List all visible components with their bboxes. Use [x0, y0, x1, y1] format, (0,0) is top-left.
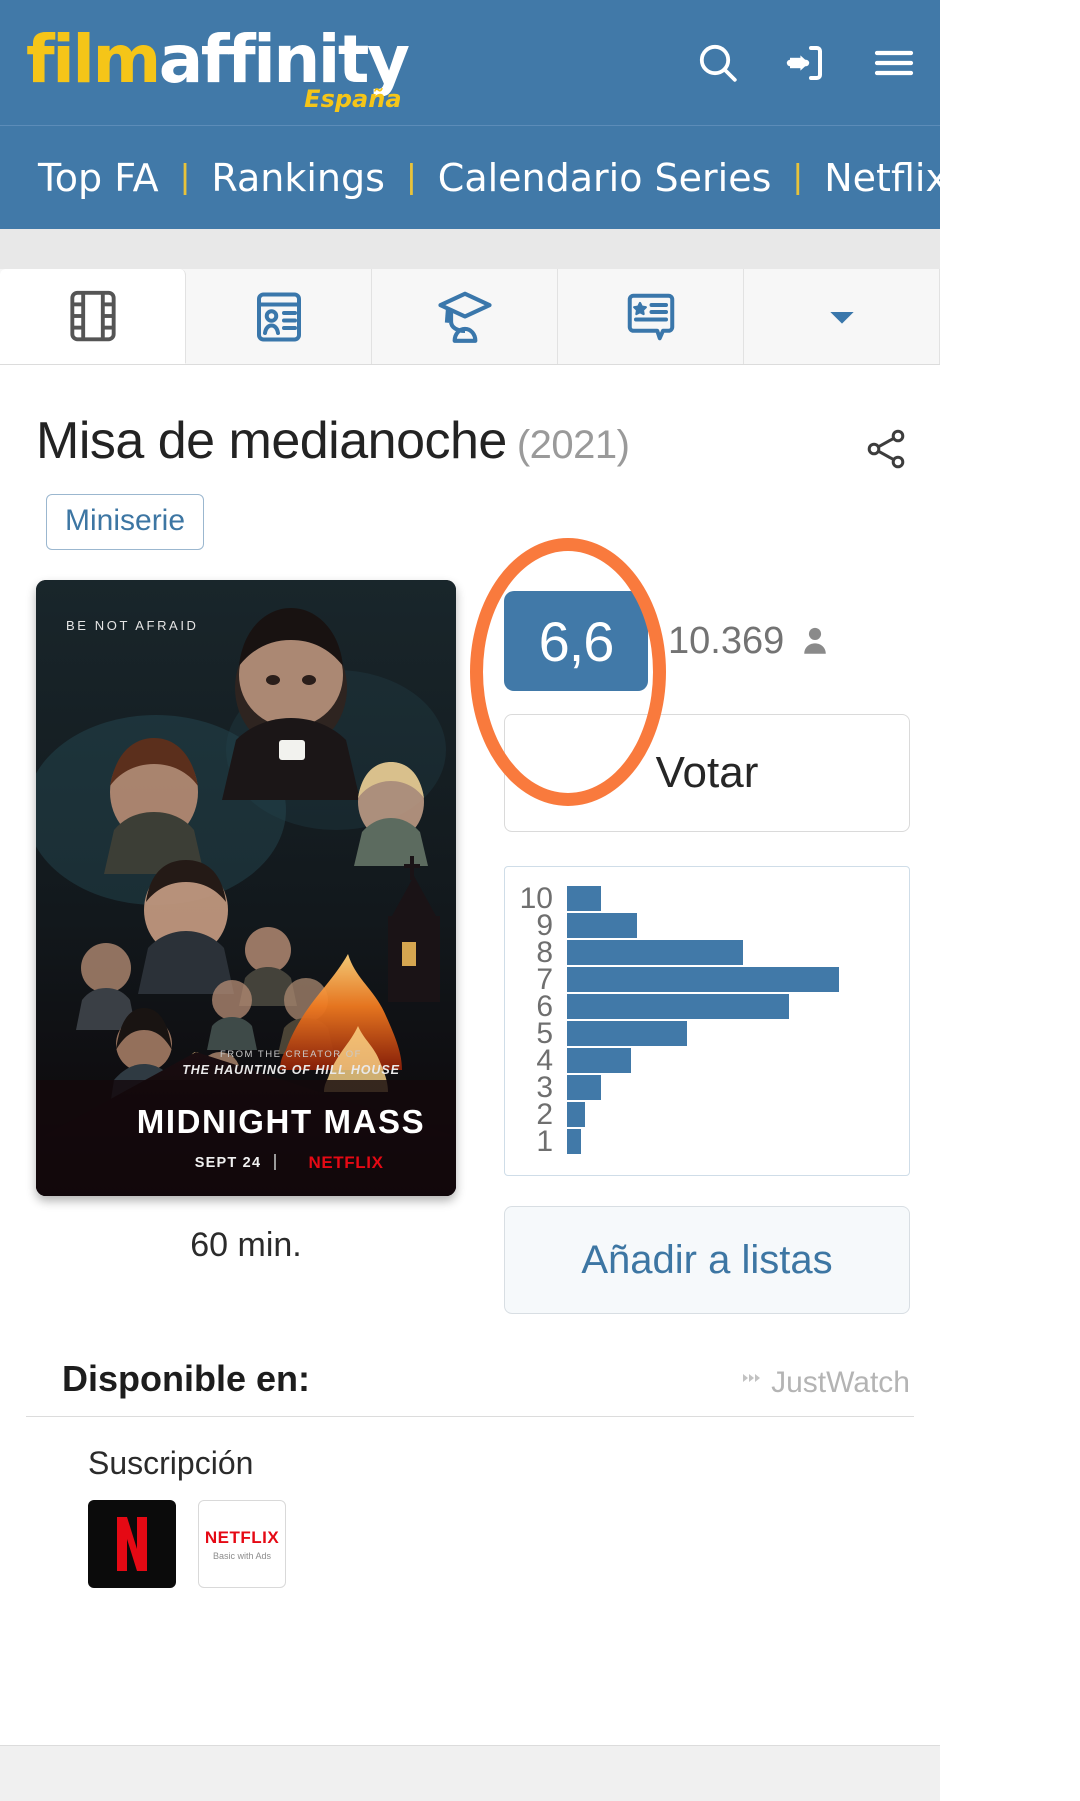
nav-item-netflix[interactable]: Netflix [824, 156, 940, 200]
detail-tabbar [0, 269, 940, 365]
movie-title-text: Misa de medianoche [36, 412, 507, 470]
histogram-row: 7 [505, 963, 909, 996]
nav-separator: | [793, 158, 803, 196]
rating-row: 6,6 10.369 [504, 586, 910, 696]
main-content: BE NOT AFRAID FROM THE CREATOR OF THE HA… [0, 538, 940, 1314]
provider-name-top: NETFLIX [204, 1527, 280, 1547]
tab-film-strip[interactable] [0, 269, 186, 364]
histogram-row: 10 [505, 882, 909, 915]
votes-number: 10.369 [668, 619, 785, 662]
poster-column: BE NOT AFRAID FROM THE CREATOR OF THE HA… [36, 580, 456, 1314]
filmaffinity-page: filmaffinity España Top FA | Rankings | … [0, 0, 940, 1801]
histogram-label: 6 [536, 990, 553, 1023]
histogram-row: 6 [505, 990, 909, 1023]
movie-poster[interactable]: BE NOT AFRAID FROM THE CREATOR OF THE HA… [36, 580, 456, 1196]
histogram-label: 7 [536, 963, 553, 996]
ratings-histogram: 10 9 8 7 6 5 4 3 2 1 [504, 866, 910, 1176]
nav-item-rankings[interactable]: Rankings [211, 156, 385, 200]
histogram-bar [567, 886, 601, 911]
tab-reviews[interactable] [558, 269, 744, 364]
histogram-row: 8 [505, 936, 909, 969]
search-icon[interactable] [694, 39, 742, 87]
available-title: Disponible en: [62, 1358, 311, 1399]
id-card-icon [249, 287, 309, 347]
nav-separator: | [406, 158, 416, 196]
histogram-row: 3 [505, 1071, 909, 1104]
histogram-label: 10 [519, 882, 553, 915]
header-actions [694, 39, 918, 87]
login-icon[interactable] [782, 39, 830, 87]
chevron-down-icon [822, 297, 862, 337]
primary-nav: Top FA | Rankings | Calendario Series | … [0, 125, 940, 229]
histogram-row: 1 [505, 1125, 909, 1158]
nav-separator: | [180, 158, 190, 196]
svg-text:THE HAUNTING OF HILL HOUSE: THE HAUNTING OF HILL HOUSE [182, 1063, 400, 1077]
person-icon [798, 623, 832, 659]
histogram-bar [567, 913, 637, 938]
histogram-label: 3 [536, 1071, 553, 1104]
film-strip-icon [62, 285, 124, 347]
provider-netflix-basic-with-ads[interactable]: NETFLIX Basic with Ads [198, 1500, 286, 1588]
histogram-label: 4 [536, 1044, 553, 1077]
hamburger-menu-icon[interactable] [870, 39, 918, 87]
nav-item-top-fa[interactable]: Top FA [38, 156, 159, 200]
add-to-lists-button[interactable]: Añadir a listas [504, 1206, 910, 1314]
histogram-label: 2 [536, 1098, 553, 1131]
histogram-row: 2 [505, 1098, 909, 1131]
tab-more[interactable] [744, 269, 940, 364]
histogram-bar [567, 1102, 585, 1127]
svg-text:BE NOT AFRAID: BE NOT AFRAID [66, 618, 199, 633]
subscription-label: Suscripción [88, 1445, 254, 1481]
logo-text-film: film [26, 20, 161, 98]
rating-score: 6,6 [504, 591, 648, 691]
title-row: Misa de medianoche (2021) [0, 365, 940, 478]
histogram-bar [567, 1021, 687, 1046]
site-header: filmaffinity España [0, 0, 940, 125]
tab-awards[interactable] [372, 269, 558, 364]
nav-item-calendario-series[interactable]: Calendario Series [438, 156, 772, 200]
justwatch-attribution: JustWatch [741, 1366, 910, 1400]
review-comment-icon [621, 287, 681, 347]
tab-cast-card[interactable] [186, 269, 372, 364]
svg-text:MIDNIGHT MASS: MIDNIGHT MASS [137, 1103, 425, 1140]
status-badge[interactable]: Miniserie [46, 494, 205, 550]
page-title: Misa de medianoche (2021) [36, 411, 630, 471]
histogram-label: 9 [536, 909, 553, 942]
rating-column: 6,6 10.369 Votar 10 9 8 7 6 5 4 3 2 1 Añ… [456, 538, 910, 1314]
histogram-row: 9 [505, 909, 909, 942]
provider-list: NETFLIX Basic with Ads [0, 1482, 940, 1588]
histogram-row: 4 [505, 1044, 909, 1077]
runtime-label: 60 min. [190, 1226, 302, 1264]
provider-name-bottom: Basic with Ads [212, 1550, 272, 1561]
svg-text:NETFLIX: NETFLIX [308, 1153, 383, 1172]
histogram-bar [567, 1129, 581, 1154]
graduation-cap-icon [434, 286, 496, 348]
histogram-bar [567, 967, 839, 992]
histogram-label: 5 [536, 1017, 553, 1050]
filmaffinity-logo[interactable]: filmaffinity España [26, 26, 410, 111]
histogram-label: 8 [536, 936, 553, 969]
share-icon[interactable] [862, 411, 910, 478]
grey-spacer [0, 229, 940, 269]
bottom-strip [0, 1745, 940, 1801]
histogram-row: 5 [505, 1017, 909, 1050]
justwatch-label: JustWatch [771, 1366, 910, 1399]
histogram-label: 1 [536, 1125, 553, 1158]
svg-text:FROM THE CREATOR OF: FROM THE CREATOR OF [220, 1049, 362, 1060]
provider-netflix[interactable] [88, 1500, 176, 1588]
logo-country-label: España [304, 84, 402, 113]
vote-button[interactable]: Votar [504, 714, 910, 832]
svg-text:SEPT 24: SEPT 24 [195, 1155, 261, 1171]
histogram-bar [567, 1075, 601, 1100]
histogram-bar [567, 1048, 631, 1073]
histogram-bar [567, 994, 789, 1019]
histogram-bar [567, 940, 743, 965]
movie-year: (2021) [516, 423, 630, 467]
justwatch-icon [741, 1366, 767, 1400]
votes-count: 10.369 [668, 620, 832, 663]
available-header: Disponible en: JustWatch [0, 1314, 940, 1400]
badge-row: Miniserie [0, 478, 940, 550]
